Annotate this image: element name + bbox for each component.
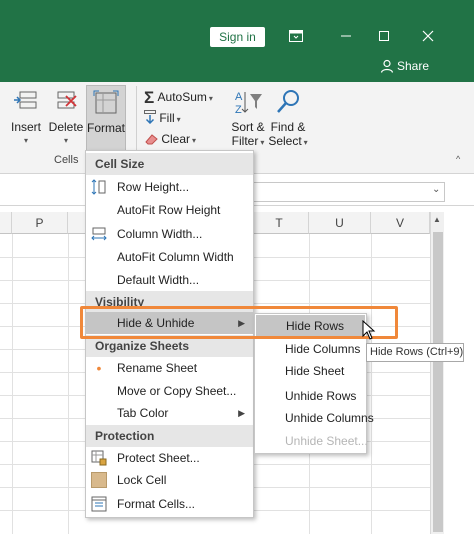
column-header[interactable] [0, 212, 12, 234]
column-width-item[interactable]: Column Width... [86, 223, 253, 245]
hide-columns-item[interactable]: Hide Columns [255, 338, 366, 360]
autosum-button[interactable]: Σ AutoSum ▾ [144, 88, 213, 108]
svg-text:Z: Z [235, 104, 242, 116]
format-label: Format [87, 121, 126, 135]
close-icon[interactable] [416, 26, 440, 48]
format-button[interactable]: Format [86, 85, 126, 151]
delete-button[interactable]: Delete ▾ [47, 88, 85, 148]
row-height-label: Row Height... [117, 180, 190, 194]
lock-cell-item[interactable]: Lock Cell [86, 469, 253, 491]
row-height-icon [91, 179, 106, 195]
share-label: Share [397, 59, 430, 73]
protect-sheet-item[interactable]: Protect Sheet... [86, 447, 253, 469]
column-width-label: Column Width... [117, 227, 203, 241]
clear-label: Clear [161, 132, 191, 146]
move-copy-sheet-item[interactable]: Move or Copy Sheet... [86, 380, 253, 402]
bullet-icon: • [96, 360, 102, 376]
vertical-scrollbar[interactable]: ▲ [430, 212, 444, 534]
tab-color-label: Tab Color [117, 406, 169, 420]
protect-sheet-label: Protect Sheet... [117, 451, 200, 465]
hide-sheet-item[interactable]: Hide Sheet [255, 360, 366, 382]
move-copy-sheet-label: Move or Copy Sheet... [117, 384, 237, 398]
clear-button[interactable]: Clear ▾ [144, 132, 196, 146]
highlight-box [80, 306, 398, 339]
format-cells-item[interactable]: Format Cells... [86, 493, 253, 515]
row-height-item[interactable]: Row Height... [86, 176, 253, 198]
ribbon-display-options-icon[interactable] [284, 26, 308, 48]
fill-button[interactable]: Fill ▾ [144, 110, 181, 125]
unhide-rows-label: Unhide Rows [285, 389, 357, 403]
sign-in-button[interactable]: Sign in [210, 27, 265, 47]
sort-filter-label-2: Filter [231, 134, 259, 148]
format-cells-label: Format Cells... [117, 497, 196, 511]
delete-cells-icon [57, 91, 77, 109]
find-select-label-2: Select [268, 134, 302, 148]
formula-input[interactable] [250, 182, 445, 202]
autofit-column-width-item[interactable]: AutoFit Column Width [86, 246, 253, 268]
scrollbar-thumb[interactable] [433, 232, 443, 532]
scroll-up-icon[interactable]: ▲ [433, 215, 441, 224]
autofit-column-width-label: AutoFit Column Width [117, 250, 234, 264]
grid-line [12, 234, 13, 534]
insert-label: Insert [10, 120, 41, 134]
eraser-icon [145, 134, 158, 145]
cell-size-header: Cell Size [86, 153, 253, 175]
column-header-p[interactable]: P [12, 212, 68, 234]
hide-sheet-label: Hide Sheet [285, 364, 345, 378]
hide-columns-label: Hide Columns [285, 342, 361, 356]
share-button[interactable]: Share [380, 59, 429, 73]
cells-group-label: Cells [54, 154, 79, 166]
protect-sheet-icon [91, 450, 107, 466]
autofit-row-height-label: AutoFit Row Height [117, 203, 221, 217]
minimize-icon[interactable] [334, 26, 358, 48]
default-width-label: Default Width... [117, 273, 200, 287]
unhide-sheet-item: Unhide Sheet... [255, 430, 368, 452]
expand-formula-bar-icon[interactable]: ⌄ [432, 184, 440, 195]
format-cells-icon [93, 90, 119, 114]
column-header-t[interactable]: T [250, 212, 309, 234]
sort-filter-icon: A Z [235, 91, 262, 116]
unhide-columns-item[interactable]: Unhide Columns [255, 407, 374, 429]
fill-label: Fill [159, 111, 175, 125]
tooltip: Hide Rows (Ctrl+9) [366, 343, 464, 362]
maximize-icon[interactable] [372, 26, 396, 48]
find-select-label-1: Find & [270, 120, 306, 134]
sigma-icon: Σ [144, 88, 155, 107]
svg-text:A: A [235, 91, 243, 103]
grid-line [68, 234, 69, 534]
collapse-ribbon-icon[interactable]: ^ [456, 154, 460, 164]
column-width-icon [91, 227, 107, 241]
mouse-pointer-icon [362, 320, 376, 340]
insert-cells-icon [14, 91, 37, 109]
fill-down-icon [144, 110, 156, 125]
sort-filter-label-1: Sort & [231, 120, 265, 134]
submenu-arrow-icon: ▶ [238, 408, 245, 418]
default-width-item[interactable]: Default Width... [86, 269, 253, 291]
magnifier-icon [277, 90, 299, 113]
unhide-columns-label: Unhide Columns [285, 411, 374, 425]
insert-button[interactable]: Insert ▾ [6, 88, 46, 148]
delete-label: Delete [48, 120, 84, 134]
autofit-row-height-item[interactable]: AutoFit Row Height [86, 199, 253, 221]
title-bar: Sign in Share [0, 0, 474, 82]
format-cells-dialog-icon [91, 496, 107, 512]
column-header-v[interactable]: V [371, 212, 430, 234]
lock-cell-label: Lock Cell [117, 473, 167, 487]
unhide-rows-item[interactable]: Unhide Rows [255, 385, 366, 407]
tab-color-item[interactable]: Tab Color ▶ [86, 402, 253, 424]
grid-line [371, 234, 372, 534]
rename-sheet-item[interactable]: • Rename Sheet [86, 357, 253, 379]
person-icon [380, 59, 394, 73]
unhide-sheet-label: Unhide Sheet... [285, 434, 368, 448]
rename-sheet-label: Rename Sheet [117, 361, 198, 375]
protection-header: Protection [86, 425, 253, 447]
lock-icon [91, 472, 107, 488]
column-header-u[interactable]: U [309, 212, 371, 234]
find-select-button[interactable]: Find & Select ▾ [268, 88, 308, 152]
autosum-label: AutoSum [157, 90, 207, 104]
sort-filter-button[interactable]: A Z Sort & Filter ▾ [228, 88, 268, 152]
